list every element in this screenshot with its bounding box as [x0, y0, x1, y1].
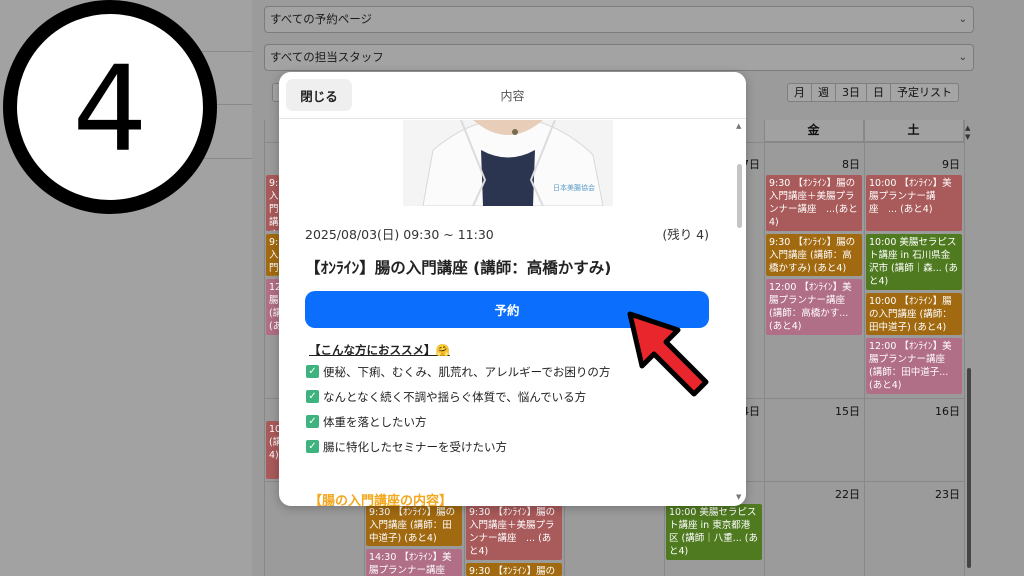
calendar-event[interactable]: 10:00 【ｵﾝﾗｲﾝ】美腸プランナー講座 ... (あと4)	[866, 175, 962, 231]
view-3day-button[interactable]: 3日	[836, 84, 867, 101]
list-item: ✓ 便秘、下痢、むくみ、肌荒れ、アレルギーでお困りの方	[306, 364, 610, 389]
calendar-event[interactable]: 9:30 【ｵﾝﾗｲﾝ】腸の入門講座 (講師：田中道子) (あと4)	[366, 504, 462, 546]
modal-title: 内容	[500, 89, 525, 103]
sidebar-divider	[196, 51, 252, 52]
grid-line	[964, 120, 965, 576]
list-item-text: 便秘、下痢、むくみ、肌荒れ、アレルギーでお困りの方	[323, 365, 611, 379]
staff-select[interactable]: すべての担当スタッフ ⌄	[264, 44, 974, 71]
day-number: 16日	[935, 405, 960, 418]
list-item: ✓ 腸に特化したセミナーを受けたい方	[306, 439, 610, 464]
calendar-event[interactable]: 9:3 入門 講座	[266, 234, 279, 276]
calendar-event[interactable]: 10 (講 4)	[266, 421, 279, 479]
calendar-event[interactable]: 9:30 【ｵﾝﾗｲﾝ】腸の入門講座 (講師：高橋かすみ) (あと4)	[766, 234, 862, 276]
photo-caption: 日本美腸協会	[553, 183, 595, 192]
view-week-button[interactable]: 週	[812, 84, 836, 101]
list-item-text: 体重を落としたい方	[323, 415, 427, 429]
modal-scrollbar[interactable]	[737, 164, 742, 228]
chevron-down-icon: ⌄	[958, 14, 967, 25]
check-icon: ✓	[306, 415, 319, 428]
calendar-event[interactable]: 12:00 【ｵﾝﾗｲﾝ】美腸プランナー講座 (講師：高橋かす... (あと4)	[766, 279, 862, 335]
remaining-seats: (残り 4)	[662, 227, 709, 242]
calendar-event[interactable]: 10:00 美腸セラピスト講座 in 東京都港区 (講師｜八重... (あと4)	[666, 504, 762, 560]
scroll-down-icon[interactable]: ▼	[965, 133, 970, 141]
scroll-up-icon[interactable]: ▲	[965, 124, 970, 132]
booking-page-select[interactable]: すべての予約ページ ⌄	[264, 6, 974, 33]
instructor-photo: 日本美腸協会	[403, 120, 613, 206]
header-friday: 金	[764, 120, 864, 142]
check-icon: ✓	[306, 365, 319, 378]
scroll-up-icon[interactable]: ▲	[736, 122, 741, 130]
list-item-text: 腸に特化したセミナーを受けたい方	[323, 440, 507, 454]
scroll-down-icon[interactable]: ▼	[736, 493, 741, 501]
pointer-arrow-icon	[627, 311, 709, 397]
calendar-event[interactable]: 14:30 【ｵﾝﾗｲﾝ】美腸プランナー講座	[366, 549, 462, 576]
header-saturday: 土	[864, 120, 964, 142]
day-number: 9日	[942, 158, 960, 171]
calendar-event[interactable]: 9:3 入門 講座	[266, 175, 279, 231]
list-item: ✓ 体重を落としたい方	[306, 414, 610, 439]
view-switcher: 月 週 3日 日 予定リスト	[787, 83, 959, 102]
view-day-button[interactable]: 日	[867, 84, 891, 101]
check-icon: ✓	[306, 440, 319, 453]
grid-line	[264, 120, 265, 576]
grid-line	[764, 120, 765, 576]
recommend-list: ✓ 便秘、下痢、むくみ、肌荒れ、アレルギーでお困りの方 ✓ なんとなく続く不調や…	[306, 364, 610, 464]
staff-select-value: すべての担当スタッフ	[270, 50, 384, 64]
calendar-event[interactable]: 12 腸 (講 (あ	[266, 279, 279, 335]
grid-line	[864, 120, 865, 576]
chevron-down-icon: ⌄	[958, 52, 967, 63]
calendar-event[interactable]: 10:00 【ｵﾝﾗｲﾝ】腸の入門講座 (講師：田中道子) (あと4)	[866, 293, 962, 335]
day-number: 22日	[835, 488, 860, 501]
recommend-heading: 【こんな方におススメ】🤗	[309, 343, 450, 357]
calendar-event[interactable]: 9:30 【ｵﾝﾗｲﾝ】腸の入門講座＋美腸プランナー講座 ...(あと4)	[766, 175, 862, 231]
sidebar-divider	[196, 158, 252, 159]
calendar-event[interactable]: 10:00 美腸セラピスト講座 in 石川県金沢市 (講師｜森... (あと4)	[866, 234, 962, 290]
day-number: 15日	[835, 405, 860, 418]
view-month-button[interactable]: 月	[788, 84, 812, 101]
day-number: 8日	[842, 158, 860, 171]
check-icon: ✓	[306, 390, 319, 403]
modal-header: 閉じる 内容	[279, 72, 746, 119]
calendar-event[interactable]: 9:30 【ｵﾝﾗｲﾝ】腸の	[466, 563, 562, 576]
list-item-text: なんとなく続く不調や揺らぐ体質で、悩んでいる方	[323, 390, 587, 404]
event-datetime: 2025/08/03(日) 09:30 ~ 11:30	[305, 227, 494, 242]
calendar-scrollbar[interactable]	[967, 368, 971, 568]
list-item: ✓ なんとなく続く不調や揺らぐ体質で、悩んでいる方	[306, 389, 610, 414]
calendar-event[interactable]: 12:00 【ｵﾝﾗｲﾝ】美腸プランナー講座 (講師：田中道子... (あと4)	[866, 338, 962, 394]
calendar-event[interactable]: 9:30 【ｵﾝﾗｲﾝ】腸の入門講座＋美腸プランナー講座 ... (あと4)	[466, 504, 562, 560]
event-detail-modal: 閉じる 内容 日本美腸協会 ▲ ▼ 2025/08/03(日) 09:30 ~ …	[279, 72, 746, 506]
content-heading: 【腸の入門講座の内容】	[309, 494, 453, 506]
step-number-badge: 4	[3, 0, 217, 214]
view-list-button[interactable]: 予定リスト	[891, 84, 958, 101]
step-number: 4	[72, 40, 148, 178]
day-number: 23日	[935, 488, 960, 501]
event-title: 【ｵﾝﾗｲﾝ】腸の入門講座 (講師：高橋かすみ)	[305, 259, 612, 277]
booking-page-select-value: すべての予約ページ	[270, 12, 373, 26]
